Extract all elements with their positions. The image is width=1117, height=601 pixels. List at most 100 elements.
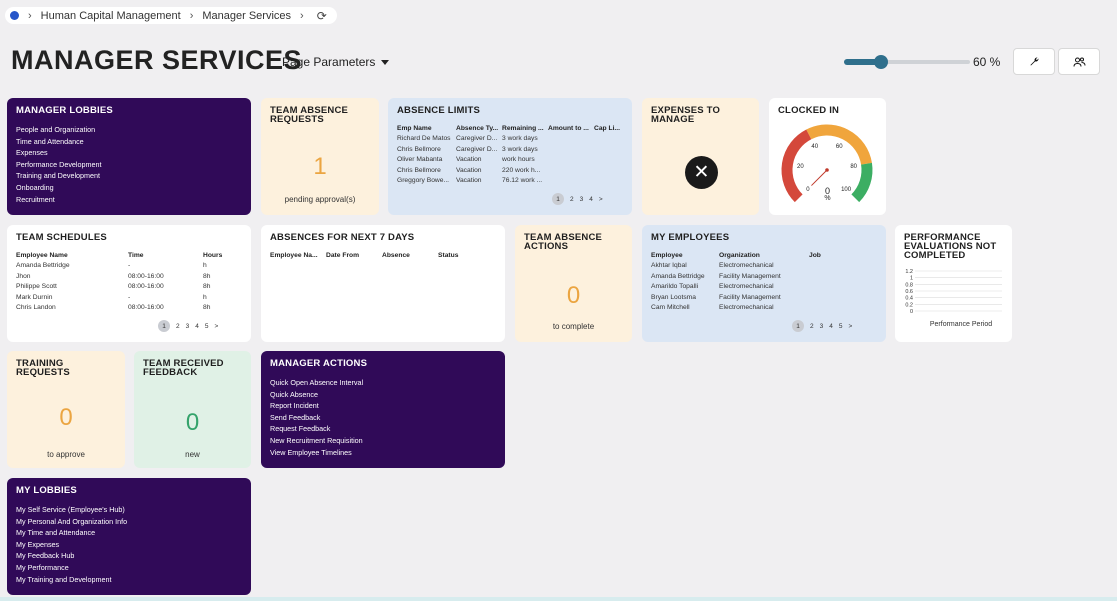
team-absence-requests-card[interactable]: TEAM ABSENCE REQUESTS 1 pending approval…: [261, 98, 379, 215]
link-item[interactable]: Expenses: [16, 147, 242, 159]
page-link[interactable]: 2: [176, 323, 180, 330]
link-item[interactable]: My Training and Development: [16, 574, 242, 586]
link-item[interactable]: Send Feedback: [270, 412, 496, 424]
card-title: MY LOBBIES: [16, 485, 77, 496]
table-row[interactable]: Philippe Scott 08:00-16:00 8h: [16, 282, 236, 293]
link-item[interactable]: Performance Development: [16, 159, 242, 171]
column-header[interactable]: Organization: [719, 251, 809, 261]
link-item[interactable]: My Feedback Hub: [16, 550, 242, 562]
column-header[interactable]: Cap Li...: [594, 124, 623, 134]
table-row[interactable]: Greggory Bowe... Vacation 76.12 work ...: [397, 176, 623, 187]
table-cell: h: [203, 293, 207, 301]
gauge-value: 0: [824, 186, 830, 196]
link-item[interactable]: My Performance: [16, 562, 242, 574]
table-row[interactable]: Amanda Bettridge - h: [16, 261, 236, 272]
column-header[interactable]: Time: [128, 251, 203, 261]
column-header[interactable]: Employee: [651, 251, 719, 261]
pending-count[interactable]: 1: [261, 153, 379, 181]
clocked-in-card: CLOCKED IN 0 20 40 60 80 100 0 %: [769, 98, 886, 215]
breadcrumb-item-manager-services[interactable]: Manager Services: [202, 10, 291, 22]
feedback-count[interactable]: 0: [134, 409, 251, 437]
table-row[interactable]: Amanda Bettridge Facility Management: [651, 272, 851, 283]
expenses-to-manage-card[interactable]: EXPENSES TO MANAGE ✕: [642, 98, 759, 215]
link-item[interactable]: View Employee Timelines: [270, 447, 496, 459]
column-header[interactable]: Absence Ty...: [456, 124, 502, 134]
table-row[interactable]: Jhon 08:00-16:00 8h: [16, 272, 236, 283]
table-cell: 8h: [203, 272, 211, 280]
column-header[interactable]: Employee Na...: [270, 251, 326, 261]
home-icon[interactable]: [10, 11, 19, 20]
page-link[interactable]: >: [215, 323, 219, 330]
page-title: MANAGER SERVICES: [11, 45, 303, 75]
page-link[interactable]: 5: [839, 323, 843, 330]
training-count[interactable]: 0: [7, 404, 125, 432]
link-item[interactable]: New Recruitment Requisition: [270, 435, 496, 447]
link-item[interactable]: My Expenses: [16, 539, 242, 551]
table-row[interactable]: Mark Durnin - h: [16, 293, 236, 304]
page-link[interactable]: 2: [810, 323, 814, 330]
page-link[interactable]: 5: [205, 323, 209, 330]
team-received-feedback-card[interactable]: TEAM RECEIVED FEEDBACK 0 new: [134, 351, 251, 468]
table-cell: Vacation: [456, 156, 482, 164]
page-link[interactable]: >: [599, 196, 603, 203]
page-link[interactable]: 4: [195, 323, 199, 330]
page-current[interactable]: 1: [158, 320, 170, 332]
link-item[interactable]: Time and Attendance: [16, 136, 242, 148]
table-cell: Richard De Matos: [397, 135, 451, 142]
table-row[interactable]: Chris Bellmore Caregiver D... 3 work days: [397, 145, 623, 156]
page-link[interactable]: 2: [570, 196, 574, 203]
page-link[interactable]: 4: [829, 323, 833, 330]
refresh-icon[interactable]: ⟳: [317, 9, 327, 23]
link-item[interactable]: My Time and Attendance: [16, 527, 242, 539]
zoom-slider[interactable]: [844, 54, 970, 70]
column-header[interactable]: Remaining ...: [502, 124, 548, 134]
page-link[interactable]: 3: [580, 196, 584, 203]
breadcrumb-item-hcm[interactable]: Human Capital Management: [41, 10, 181, 22]
column-header[interactable]: Absence: [382, 251, 438, 261]
team-absence-actions-card[interactable]: TEAM ABSENCE ACTIONS 0 to complete: [515, 225, 632, 342]
link-item[interactable]: Recruitment: [16, 194, 242, 206]
table-row[interactable]: Richard De Matos Caregiver D... 3 work day…: [397, 134, 623, 145]
table-cell: Caregiver D...: [456, 145, 498, 153]
page-current[interactable]: 1: [792, 320, 804, 332]
pagination: 1 2 3 4 >: [552, 193, 603, 205]
column-header[interactable]: Job: [809, 251, 851, 261]
link-item[interactable]: Onboarding: [16, 182, 242, 194]
link-item[interactable]: People and Organization: [16, 124, 242, 136]
column-header[interactable]: Hours: [203, 251, 236, 261]
page-link[interactable]: >: [849, 323, 853, 330]
table-cell: Mark Durnin: [16, 293, 53, 301]
people-button[interactable]: [1058, 48, 1100, 75]
table-row[interactable]: Cam Mitchell Electromechanical: [651, 303, 851, 314]
table-cell: 220 work h...: [502, 166, 541, 174]
table-row[interactable]: Bryan Lootsma Facility Management: [651, 293, 851, 304]
column-header[interactable]: Amount to ...: [548, 124, 594, 134]
page-parameters-dropdown[interactable]: Page Parameters: [282, 55, 390, 69]
page-link[interactable]: 3: [186, 323, 190, 330]
column-header[interactable]: Employee Name: [16, 251, 128, 261]
table-row[interactable]: Chris Bellmore Vacation 220 work h...: [397, 166, 623, 177]
training-requests-card[interactable]: TRAINING REQUESTS 0 to approve: [7, 351, 125, 468]
page-current[interactable]: 1: [552, 193, 564, 205]
table-row[interactable]: Oliver Mabanta Vacation work hours: [397, 155, 623, 166]
link-item[interactable]: My Self Service (Employee's Hub): [16, 504, 242, 516]
link-item[interactable]: Quick Open Absence Interval: [270, 377, 496, 389]
zoom-handle[interactable]: [874, 55, 888, 69]
link-item[interactable]: My Personal And Organization Info: [16, 516, 242, 528]
actions-count[interactable]: 0: [515, 282, 632, 310]
column-header[interactable]: Status: [438, 251, 475, 261]
column-header[interactable]: Emp Name: [397, 124, 456, 134]
column-header[interactable]: Date From: [326, 251, 382, 261]
link-item[interactable]: Training and Development: [16, 170, 242, 182]
page-link[interactable]: 3: [820, 323, 824, 330]
table-row[interactable]: Akhtar Iqbal Electromechanical: [651, 261, 851, 272]
chevron-right-icon: ›: [189, 9, 194, 22]
table-row[interactable]: Amarildo Topalli Electromechanical: [651, 282, 851, 293]
link-item[interactable]: Quick Absence: [270, 389, 496, 401]
link-item[interactable]: Request Feedback: [270, 423, 496, 435]
page-link[interactable]: 4: [589, 196, 593, 203]
absence-limits-card: ABSENCE LIMITS Emp Name Absence Ty... Rema…: [388, 98, 632, 215]
tools-button[interactable]: [1013, 48, 1055, 75]
link-item[interactable]: Report Incident: [270, 400, 496, 412]
table-row[interactable]: Chris Landon 08:00-16:00 8h: [16, 303, 236, 314]
